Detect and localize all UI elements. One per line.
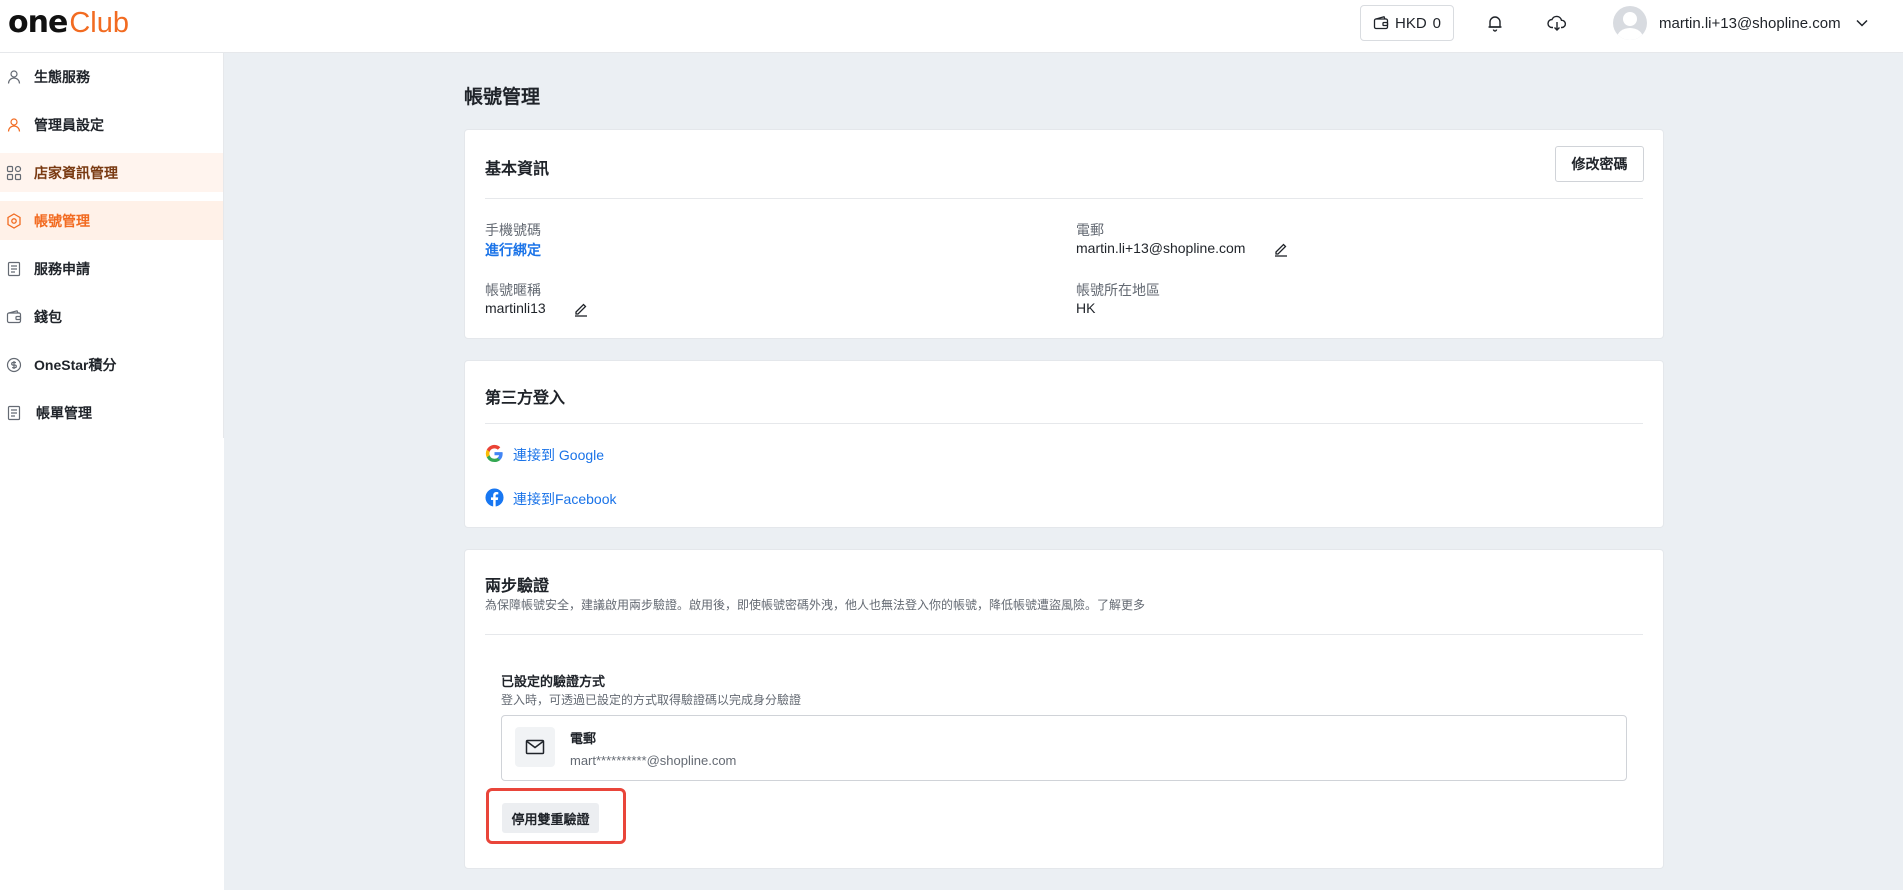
sidebar-item-label: 錢包 [34, 308, 62, 325]
document-icon [7, 261, 21, 276]
wallet-icon [1373, 16, 1389, 30]
region-label: 帳號所在地區 [1076, 282, 1160, 298]
third-party-title: 第三方登入 [485, 390, 566, 407]
email-verification-method: 電郵 mart**********@shopline.com [501, 715, 1627, 781]
chevron-down-icon [1856, 19, 1868, 27]
edit-email-icon[interactable] [1273, 241, 1289, 257]
user-icon [7, 117, 21, 132]
bell-icon[interactable] [1484, 12, 1506, 34]
avatar [1613, 6, 1647, 40]
sidebar-item-billing[interactable]: 帳單管理 [0, 393, 223, 432]
coin-icon [6, 357, 22, 372]
divider [485, 423, 1643, 424]
sidebar-item-admin-settings[interactable]: 管理員設定 [0, 105, 223, 144]
change-password-button[interactable]: 修改密碼 [1555, 146, 1644, 182]
document-icon [7, 405, 21, 420]
sidebar-item-label: 生態服務 [34, 68, 90, 85]
method-icon-container [515, 727, 555, 767]
grid-icon [6, 165, 22, 180]
wallet-icon [6, 309, 22, 323]
cloud-download-icon[interactable] [1546, 12, 1568, 34]
highlight-annotation [486, 788, 626, 844]
logo-one: one [8, 5, 68, 40]
hexagon-icon [7, 212, 21, 229]
user-icon [7, 69, 21, 84]
sidebar-item-label: 服務申請 [34, 260, 90, 277]
edit-nickname-icon[interactable] [573, 301, 589, 317]
divider [485, 198, 1643, 199]
top-header: one Club HKD 0 martin.li+13@shopline.com [0, 0, 1903, 53]
wallet-balance-button[interactable]: HKD 0 [1360, 5, 1454, 41]
sidebar-item-account-management[interactable]: 帳號管理 [0, 201, 223, 240]
envelope-icon [525, 739, 545, 755]
sidebar-item-label: 帳單管理 [36, 404, 92, 421]
configured-methods-title: 已設定的驗證方式 [501, 674, 606, 689]
wallet-currency: HKD [1394, 14, 1427, 32]
nickname-label: 帳號暱稱 [485, 282, 541, 298]
wallet-amount: 0 [1432, 14, 1441, 32]
sidebar-item-label: 帳號管理 [34, 212, 90, 229]
third-party-login-card: 第三方登入 [464, 360, 1664, 528]
basic-info-title: 基本資訊 [485, 161, 550, 178]
sidebar-item-label: OneStar積分 [34, 356, 117, 373]
phone-label: 手機號碼 [485, 222, 541, 238]
oneclub-logo[interactable]: one Club [8, 5, 129, 40]
page-title: 帳號管理 [464, 87, 541, 108]
sidebar-divider [223, 53, 224, 438]
method-value: mart**********@shopline.com [570, 753, 737, 768]
divider [485, 634, 1643, 635]
email-label: 電郵 [1076, 222, 1104, 238]
method-name: 電郵 [570, 731, 597, 746]
bind-phone-link[interactable]: 進行綁定 [485, 240, 541, 260]
sidebar-item-ecosystem[interactable]: 生態服務 [0, 57, 223, 96]
connect-facebook-link[interactable]: 連接到Facebook [513, 489, 616, 509]
configured-methods-description: 登入時，可透過已設定的方式取得驗證碼以完成身分驗證 [501, 693, 802, 707]
google-icon [485, 444, 503, 463]
nickname-value: martinli13 [485, 300, 546, 316]
two-step-title: 兩步驗證 [485, 578, 550, 595]
user-email: martin.li+13@shopline.com [1659, 14, 1841, 32]
region-value: HK [1076, 300, 1096, 316]
user-menu[interactable]: martin.li+13@shopline.com [1613, 5, 1869, 41]
sidebar-item-wallet[interactable]: 錢包 [0, 297, 223, 336]
two-step-verification-card: 兩步驗證 為保障帳號安全，建議啟用兩步驗證。啟用後，即使帳號密碼外洩，他人也無法… [464, 549, 1664, 869]
sidebar-item-label: 管理員設定 [34, 116, 104, 133]
basic-info-card: 基本資訊 [464, 129, 1664, 339]
sidebar-item-store-info[interactable]: 店家資訊管理 [0, 153, 223, 192]
sidebar-item-service-application[interactable]: 服務申請 [0, 249, 223, 288]
sidebar-item-label: 店家資訊管理 [34, 164, 118, 181]
facebook-icon [485, 488, 504, 507]
two-step-description: 為保障帳號安全，建議啟用兩步驗證。啟用後，即使帳號密碼外洩，他人也無法登入你的帳… [485, 598, 1146, 612]
sidebar-item-onestar-points[interactable]: OneStar積分 [0, 345, 223, 384]
logo-club: Club [69, 7, 129, 39]
email-value: martin.li+13@shopline.com [1076, 240, 1246, 256]
connect-google-link[interactable]: 連接到 Google [513, 445, 604, 465]
